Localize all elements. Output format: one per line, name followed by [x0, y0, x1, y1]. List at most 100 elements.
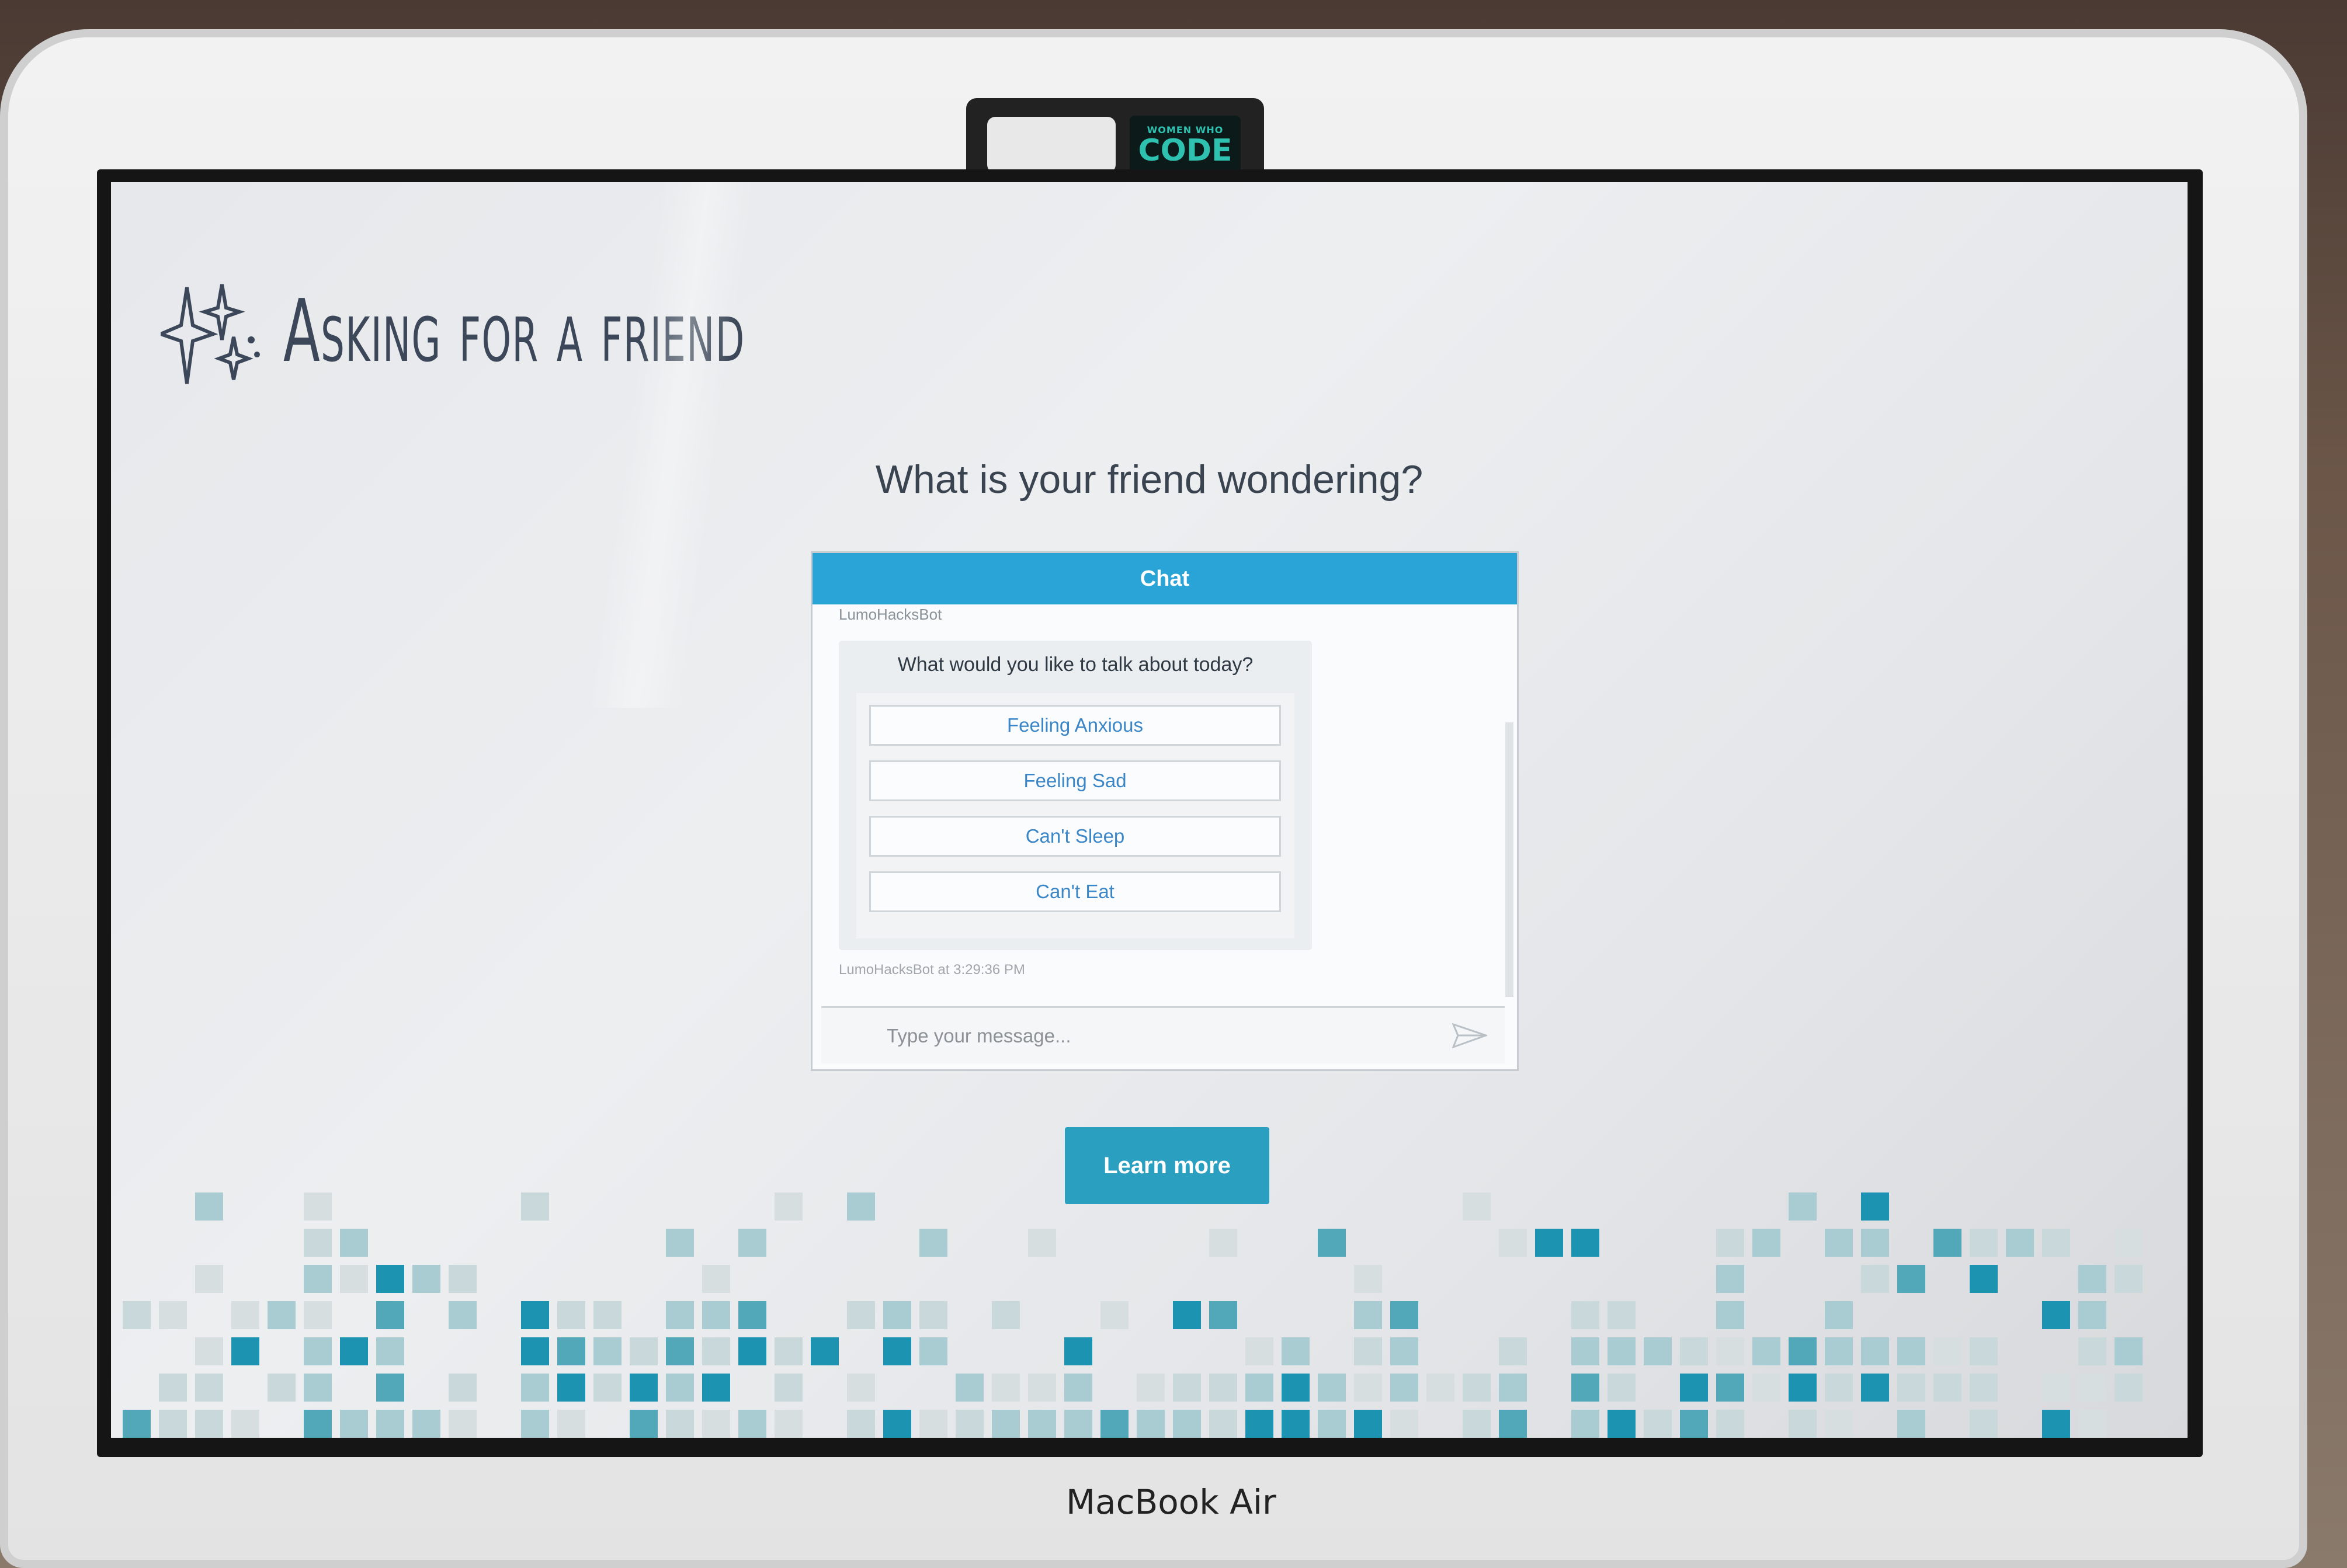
mosaic-tile — [1064, 1374, 1092, 1402]
mosaic-tile — [738, 1229, 766, 1257]
mosaic-tile — [1825, 1229, 1853, 1257]
mosaic-tile — [1608, 1337, 1636, 1365]
mosaic-tile — [1354, 1410, 1382, 1438]
screen: Asking for a friend What is your friend … — [111, 182, 2188, 1438]
mosaic-tile — [376, 1410, 404, 1438]
mosaic-tile — [666, 1337, 694, 1365]
mosaic-tile — [304, 1337, 332, 1365]
screen-glare — [588, 182, 756, 708]
mosaic-tile — [2115, 1374, 2143, 1402]
mosaic-tile — [1499, 1410, 1527, 1438]
message-input[interactable] — [886, 1024, 1414, 1048]
mosaic-tile — [123, 1301, 151, 1329]
mosaic-tile — [1137, 1410, 1165, 1438]
mosaic-tile — [1499, 1337, 1527, 1365]
mosaic-tile — [919, 1229, 947, 1257]
mosaic-tile — [919, 1301, 947, 1329]
mosaic-tile — [1970, 1229, 1998, 1257]
mosaic-tile — [557, 1374, 585, 1402]
mosaic-tile — [775, 1192, 803, 1221]
option-cant-eat[interactable]: Can't Eat — [869, 871, 1281, 912]
mosaic-tile — [1571, 1374, 1599, 1402]
mosaic-tile — [702, 1301, 730, 1329]
mosaic-tile — [159, 1410, 187, 1438]
mosaic-tile — [304, 1410, 332, 1438]
mosaic-tile — [1100, 1301, 1129, 1329]
option-feeling-sad[interactable]: Feeling Sad — [869, 760, 1281, 801]
mosaic-tile — [1861, 1229, 1889, 1257]
mosaic-tile — [702, 1374, 730, 1402]
decorative-tile-mosaic — [111, 1187, 2188, 1438]
mosaic-tile — [1209, 1301, 1237, 1329]
mosaic-tile — [2042, 1301, 2070, 1329]
mosaic-tile — [1680, 1374, 1708, 1402]
mosaic-tile — [738, 1410, 766, 1438]
message-timestamp: LumoHacksBot at 3:29:36 PM — [839, 962, 1025, 978]
mosaic-tile — [593, 1301, 622, 1329]
mosaic-tile — [195, 1192, 223, 1221]
mosaic-tile — [811, 1337, 839, 1365]
mosaic-tile — [919, 1410, 947, 1438]
mosaic-tile — [992, 1374, 1020, 1402]
mosaic-tile — [1245, 1337, 1273, 1365]
mosaic-tile — [847, 1410, 875, 1438]
mosaic-tile — [1752, 1337, 1780, 1365]
mosaic-tile — [1897, 1410, 1925, 1438]
mosaic-tile — [268, 1374, 296, 1402]
mosaic-tile — [1282, 1337, 1310, 1365]
mosaic-tile — [1499, 1229, 1527, 1257]
mosaic-tile — [1354, 1337, 1382, 1365]
device-brand-label: MacBook Air — [1066, 1482, 1276, 1522]
mosaic-tile — [2078, 1265, 2106, 1293]
send-arrow-icon[interactable] — [1452, 1023, 1487, 1049]
mosaic-tile — [1897, 1337, 1925, 1365]
mosaic-tile — [1608, 1410, 1636, 1438]
mosaic-tile — [666, 1374, 694, 1402]
bot-message-bubble: What would you like to talk about today?… — [839, 641, 1312, 950]
option-cant-sleep[interactable]: Can't Sleep — [869, 816, 1281, 857]
mosaic-tile — [593, 1337, 622, 1365]
mosaic-tile — [1716, 1337, 1744, 1365]
mosaic-tile — [1173, 1301, 1201, 1329]
mosaic-tile — [449, 1410, 477, 1438]
mosaic-tile — [231, 1301, 259, 1329]
sparkles-icon — [161, 284, 260, 384]
mosaic-tile — [738, 1301, 766, 1329]
mosaic-tile — [1608, 1301, 1636, 1329]
mosaic-tile — [195, 1374, 223, 1402]
mosaic-tile — [340, 1265, 368, 1293]
mosaic-tile — [2042, 1374, 2070, 1402]
mosaic-tile — [1354, 1265, 1382, 1293]
mosaic-tile — [775, 1410, 803, 1438]
bot-question: What would you like to talk about today? — [897, 653, 1254, 676]
mosaic-tile — [1390, 1410, 1418, 1438]
option-feeling-anxious[interactable]: Feeling Anxious — [869, 705, 1281, 746]
chat-scrollbar[interactable] — [1505, 722, 1513, 997]
mosaic-tile — [1028, 1374, 1056, 1402]
mosaic-tile — [1644, 1337, 1672, 1365]
mosaic-tile — [2006, 1229, 2034, 1257]
mosaic-tile — [521, 1374, 549, 1402]
mosaic-tile — [1789, 1192, 1817, 1221]
mosaic-tile — [1571, 1229, 1599, 1257]
message-input-row — [821, 1006, 1505, 1063]
mosaic-tile — [521, 1337, 549, 1365]
mosaic-tile — [1933, 1337, 1961, 1365]
mosaic-tile — [1028, 1410, 1056, 1438]
mosaic-tile — [1571, 1337, 1599, 1365]
mosaic-tile — [1209, 1410, 1237, 1438]
mosaic-tile — [593, 1374, 622, 1402]
mosaic-tile — [123, 1410, 151, 1438]
mosaic-tile — [304, 1229, 332, 1257]
mosaic-tile — [1390, 1374, 1418, 1402]
mosaic-tile — [1933, 1374, 1961, 1402]
chat-widget: Chat LumoHacksBot What would you like to… — [811, 551, 1519, 1071]
app-logo[interactable]: Asking for a friend — [161, 276, 1028, 387]
mosaic-tile — [992, 1410, 1020, 1438]
mosaic-tile — [956, 1410, 984, 1438]
mosaic-tile — [1970, 1374, 1998, 1402]
mosaic-tile — [412, 1410, 440, 1438]
badge-bottom-text: CODE — [1138, 133, 1232, 168]
mosaic-tile — [521, 1301, 549, 1329]
mosaic-tile — [702, 1410, 730, 1438]
